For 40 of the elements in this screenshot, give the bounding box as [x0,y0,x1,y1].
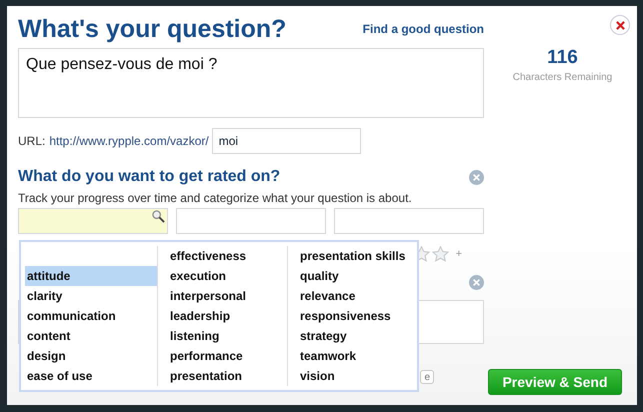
question-field[interactable]: Que pensez-vous de moi ? [18,48,484,118]
url-base: http://www.rypple.com/vazkor/ [49,134,209,148]
suggestion-item[interactable]: effectiveness [168,246,287,266]
url-field[interactable]: moi [212,128,361,154]
suggestion-item[interactable]: presentation [168,366,287,386]
suggestion-item[interactable]: presentation skills [298,246,413,266]
category-field[interactable] [334,208,484,234]
search-icon [152,210,165,223]
suggestion-item[interactable]: listening [168,326,287,346]
suggestion-item[interactable]: performance [168,346,287,366]
suggestion-item[interactable]: interpersonal [168,286,287,306]
category-field[interactable] [176,208,326,234]
character-count-label: Characters Remaining [512,72,612,83]
suggestion-item[interactable]: teamwork [298,346,413,366]
suggestion-item[interactable]: ease of use [25,366,157,386]
close-button[interactable] [610,15,630,35]
suggestion-item[interactable]: content [25,326,157,346]
suggestion-item[interactable]: leadership [168,306,287,326]
suggestion-item[interactable]: quality [298,266,413,286]
section-description: Track your progress over time and categorize what your question is about. [18,191,413,205]
suggestion-item[interactable]: execution [168,266,287,286]
clear-icon[interactable] [469,275,484,290]
suggestion-item[interactable]: relevance [298,286,413,306]
url-label: URL: [18,134,46,148]
clear-icon[interactable] [469,170,484,184]
suggestion-item[interactable]: design [25,346,157,366]
character-count: 116 [547,47,578,69]
close-icon [616,20,624,30]
suggestion-item[interactable]: clarity [25,286,157,306]
star-icon[interactable] [432,246,449,262]
dialog-title: What's your question? [18,15,286,44]
help-link[interactable]: Find a good question [362,22,484,36]
suggestion-item[interactable]: communication [25,306,157,326]
suggestion-item[interactable]: strategy [298,326,413,346]
category-field[interactable] [18,208,168,234]
suggestion-item[interactable]: responsiveness [298,306,413,326]
section-heading: What do you want to get rated on? [18,168,280,186]
suggestion-item[interactable]: vision [298,366,413,386]
suggestion-item[interactable]: attitude [25,266,157,286]
hidden-button[interactable]: e [420,370,434,384]
